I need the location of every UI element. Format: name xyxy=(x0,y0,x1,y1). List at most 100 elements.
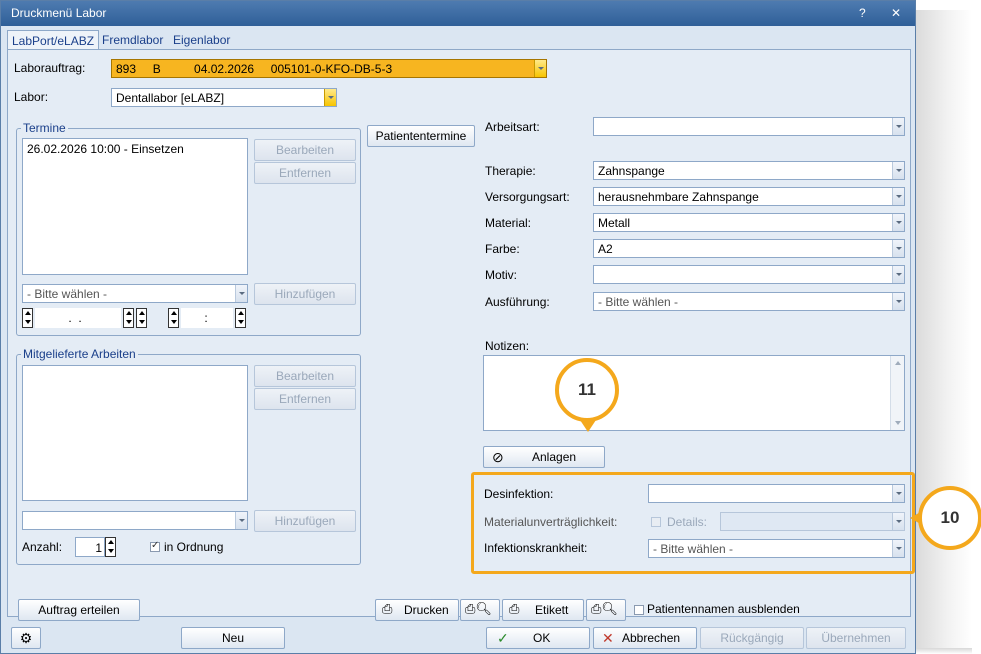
chevron-down-icon[interactable] xyxy=(892,485,904,502)
scroll-up-icon[interactable] xyxy=(895,361,901,365)
mitgelieferte-select[interactable] xyxy=(22,511,248,530)
farbe-label: Farbe: xyxy=(485,242,520,256)
mitgelieferte-entfernen-button[interactable]: Entfernen xyxy=(254,388,356,410)
chevron-down-icon[interactable] xyxy=(235,285,247,302)
termine-bearbeiten-button[interactable]: Bearbeiten xyxy=(254,139,356,161)
in-ordnung-label: in Ordnung xyxy=(164,540,224,554)
material-label: Material: xyxy=(485,216,532,230)
arbeitsart-label: Arbeitsart: xyxy=(485,120,540,134)
chevron-down-icon[interactable] xyxy=(892,162,904,179)
versorgungsart-select[interactable]: herausnehmbare Zahnspange xyxy=(593,187,905,206)
date-spin-right-a[interactable] xyxy=(123,308,134,328)
abbrechen-button[interactable]: ✕ Abbrechen xyxy=(593,627,697,649)
anzahl-field[interactable]: 1 xyxy=(75,537,105,557)
ausfuehrung-select[interactable]: - Bitte wählen - xyxy=(593,292,905,311)
therapie-label: Therapie: xyxy=(485,164,536,178)
time-spin-right[interactable] xyxy=(235,308,246,328)
chevron-down-icon[interactable] xyxy=(235,512,247,529)
list-item[interactable]: 26.02.2026 10:00 - Einsetzen xyxy=(27,142,184,156)
in-ordnung-checkbox[interactable] xyxy=(150,540,160,552)
versorgungsart-value: herausnehmbare Zahnspange xyxy=(598,190,759,204)
notizen-label: Notizen: xyxy=(485,339,530,353)
chevron-down-icon[interactable] xyxy=(892,240,904,257)
drucken-preview-button[interactable]: ⎙🔍︎ xyxy=(460,599,500,621)
time-field[interactable]: : xyxy=(181,308,233,328)
dialog-buttons-bar: ⚙ Neu ✓ OK ✕ Abbrechen Rückgängig Überne… xyxy=(7,627,911,651)
termine-entfernen-button[interactable]: Entfernen xyxy=(254,162,356,184)
tab-labport-elabz[interactable]: LabPort/eLABZ xyxy=(7,30,100,50)
ok-label: OK xyxy=(533,631,551,645)
print-preview-icon: ⎙🔍︎ xyxy=(591,601,618,616)
tab-fremdlabor[interactable]: Fremdlabor xyxy=(98,30,167,50)
materialunvertraeglichkeit-label: Materialunverträglichkeit: xyxy=(484,515,618,529)
callout-11: 11 xyxy=(555,358,619,422)
laborauftrag-select[interactable]: 893 B 04.02.2026 005101-0-KFO-DB-5-3 xyxy=(111,59,547,78)
materialunvertraeglichkeit-checkbox[interactable] xyxy=(651,517,661,527)
chevron-down-icon[interactable] xyxy=(892,214,904,231)
mitgelieferte-bearbeiten-button[interactable]: Bearbeiten xyxy=(254,365,356,387)
etikett-preview-button[interactable]: ⎙🔍︎ xyxy=(586,599,626,621)
window-title: Druckmenü Labor xyxy=(11,6,107,20)
help-button[interactable]: ? xyxy=(859,6,866,20)
notizen-textarea[interactable] xyxy=(483,355,905,431)
material-select[interactable]: Metall xyxy=(593,213,905,232)
termine-group-title: Termine xyxy=(21,121,68,135)
auftrag-erteilen-button[interactable]: Auftrag erteilen xyxy=(18,599,140,621)
desinfektion-select[interactable] xyxy=(648,484,905,503)
uebernehmen-button[interactable]: Übernehmen xyxy=(806,627,906,649)
chevron-down-icon[interactable] xyxy=(534,60,546,77)
date-spin-right-b[interactable] xyxy=(136,308,147,328)
notizen-scrollbar[interactable] xyxy=(890,356,904,430)
chevron-down-icon[interactable] xyxy=(324,89,336,106)
motiv-select[interactable] xyxy=(593,265,905,284)
details-select[interactable] xyxy=(720,512,905,531)
time-spin-left[interactable] xyxy=(168,308,179,328)
checkmark-icon: ✓ xyxy=(497,630,509,646)
chevron-down-icon[interactable] xyxy=(892,540,904,557)
arbeitsart-select[interactable] xyxy=(593,117,905,136)
patientennamen-checkbox[interactable] xyxy=(634,605,644,615)
termine-hinzufuegen-button[interactable]: Hinzufügen xyxy=(254,283,356,305)
settings-button[interactable]: ⚙ xyxy=(11,627,41,649)
labor-select[interactable]: Dentallabor [eLABZ] xyxy=(111,88,337,107)
therapie-value: Zahnspange xyxy=(598,164,665,178)
farbe-select[interactable]: A2 xyxy=(593,239,905,258)
date-field[interactable]: . . xyxy=(35,308,121,328)
date-spin-left[interactable] xyxy=(22,308,33,328)
printer-icon: ⎙ xyxy=(509,601,520,616)
infektionskrankheit-select[interactable]: - Bitte wählen - xyxy=(648,539,905,558)
chevron-down-icon[interactable] xyxy=(892,293,904,310)
neu-button[interactable]: Neu xyxy=(181,627,285,649)
rueckgaengig-button[interactable]: Rückgängig xyxy=(700,627,804,649)
termin-type-select[interactable]: - Bitte wählen - xyxy=(22,284,248,303)
print-preview-icon: ⎙🔍︎ xyxy=(465,601,492,616)
scroll-down-icon[interactable] xyxy=(895,421,901,425)
anzahl-spin[interactable] xyxy=(105,537,116,557)
ok-button[interactable]: ✓ OK xyxy=(486,627,590,649)
anlagen-button[interactable]: ⊘ Anlagen xyxy=(483,446,605,468)
chevron-down-icon[interactable] xyxy=(892,188,904,205)
drucken-button[interactable]: ⎙ Drucken xyxy=(375,599,459,621)
desinfektion-label: Desinfektion: xyxy=(484,487,554,501)
patientennamen-label: Patientennamen ausblenden xyxy=(647,602,800,616)
etikett-button[interactable]: ⎙ Etikett xyxy=(502,599,584,621)
chevron-down-icon[interactable] xyxy=(892,513,904,530)
therapie-select[interactable]: Zahnspange xyxy=(593,161,905,180)
mitgelieferte-list[interactable] xyxy=(22,365,248,501)
chevron-down-icon[interactable] xyxy=(892,118,904,135)
close-button[interactable]: ✕ xyxy=(891,6,901,20)
patiententermine-button[interactable]: Patiententermine xyxy=(367,125,475,147)
infektionskrankheit-value: - Bitte wählen - xyxy=(653,542,734,556)
mitgelieferte-hinzufuegen-button[interactable]: Hinzufügen xyxy=(254,510,356,532)
chevron-down-icon[interactable] xyxy=(892,266,904,283)
callout-10: 10 xyxy=(918,486,981,550)
termine-list[interactable]: 26.02.2026 10:00 - Einsetzen xyxy=(22,138,248,275)
motiv-label: Motiv: xyxy=(485,268,518,282)
tab-eigenlabor[interactable]: Eigenlabor xyxy=(169,30,234,50)
ausfuehrung-label: Ausführung: xyxy=(485,295,550,309)
termin-type-placeholder: - Bitte wählen - xyxy=(27,287,108,301)
mitgelieferte-group-title: Mitgelieferte Arbeiten xyxy=(21,347,138,361)
paperclip-icon: ⊘ xyxy=(492,449,504,465)
callout-11-pointer xyxy=(580,420,596,432)
abbrechen-label: Abbrechen xyxy=(622,631,681,645)
